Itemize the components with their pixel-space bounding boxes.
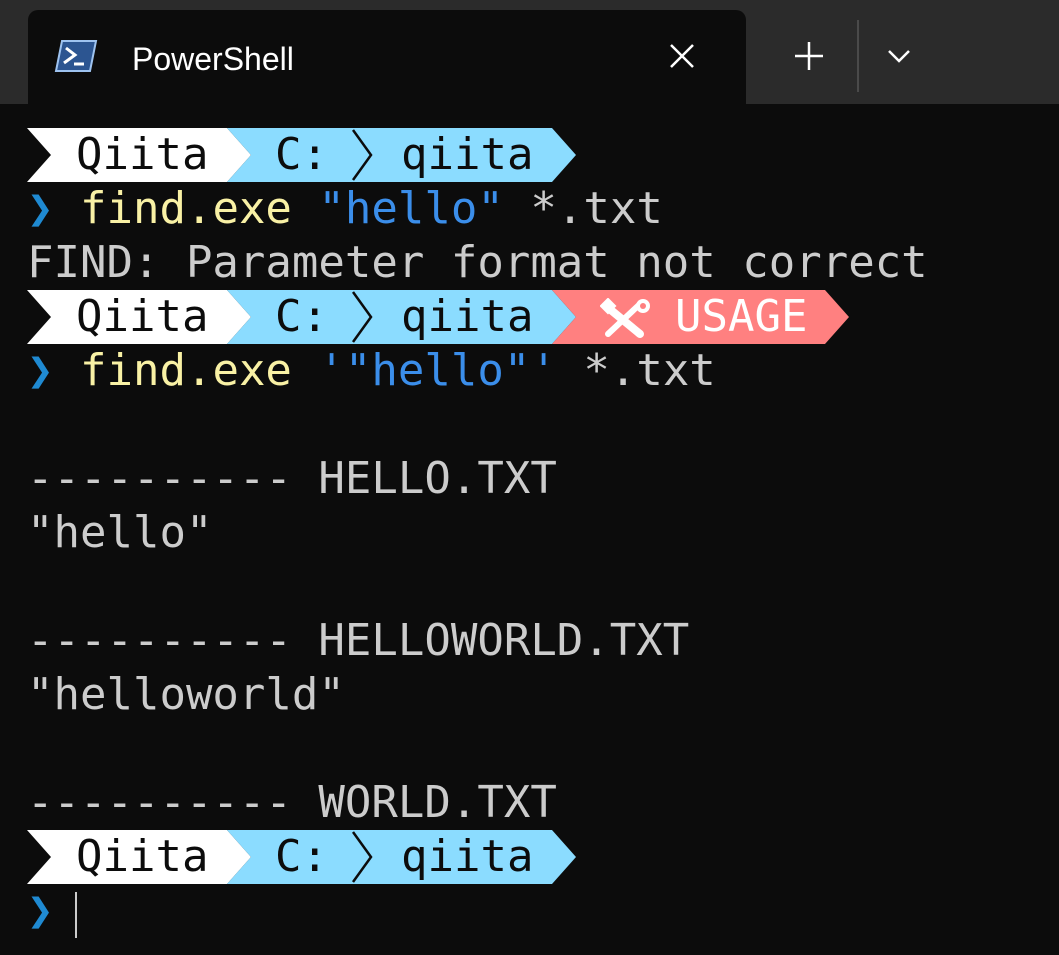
prompt-segment: Qiita C: qiita USAGE — [27, 290, 857, 344]
prompt-folder: qiita — [401, 291, 534, 342]
prompt-user: Qiita — [76, 129, 209, 180]
prompt-folder: qiita — [401, 831, 534, 882]
prompt-segment: Qiita C: qiita — [27, 830, 587, 884]
tab-powershell[interactable]: PowerShell — [28, 10, 746, 104]
prompt-drive: C: — [275, 291, 328, 342]
result-match: "hello" — [27, 507, 213, 558]
plus-icon[interactable] — [786, 36, 832, 76]
input-line[interactable]: ❯ — [27, 884, 54, 938]
title-bar: PowerShell — [0, 0, 1059, 104]
result-header: ---------- HELLOWORLD.TXT — [27, 615, 690, 666]
powershell-icon — [54, 40, 98, 72]
result-match: "helloworld" — [27, 669, 345, 720]
prompt-chevron: ❯ — [27, 345, 54, 396]
prompt-chevron: ❯ — [27, 885, 54, 936]
tab-title: PowerShell — [132, 41, 294, 77]
prompt-segment: Qiita C: qiita — [27, 128, 587, 182]
text-cursor — [75, 892, 77, 938]
close-icon[interactable] — [666, 40, 698, 72]
prompt-user: Qiita — [76, 831, 209, 882]
chevron-down-icon[interactable] — [876, 40, 922, 72]
prompt-drive: C: — [275, 129, 328, 180]
result-header: ---------- HELLO.TXT — [27, 453, 557, 504]
title-bar-divider — [857, 20, 859, 92]
command-string: '"hello"' — [318, 345, 557, 396]
tools-icon — [600, 298, 650, 338]
prompt-user: Qiita — [76, 291, 209, 342]
error-output: FIND: Parameter format not correct — [27, 237, 928, 288]
command-args: *.txt — [530, 183, 663, 234]
command-args: *.txt — [583, 345, 716, 396]
prompt-drive: C: — [275, 831, 328, 882]
command-line: ❯ find.exe "hello" *.txt — [27, 182, 663, 236]
command-exe: find.exe — [80, 345, 292, 396]
result-header: ---------- WORLD.TXT — [27, 777, 557, 828]
prompt-folder: qiita — [401, 129, 534, 180]
prompt-status: USAGE — [675, 291, 808, 342]
prompt-chevron: ❯ — [27, 183, 54, 234]
command-string: "hello" — [318, 183, 504, 234]
command-exe: find.exe — [80, 183, 292, 234]
terminal-pane[interactable]: Qiita C: qiita ❯ find.exe "hello" *.txt … — [0, 104, 1059, 955]
command-line: ❯ find.exe '"hello"' *.txt — [27, 344, 716, 398]
